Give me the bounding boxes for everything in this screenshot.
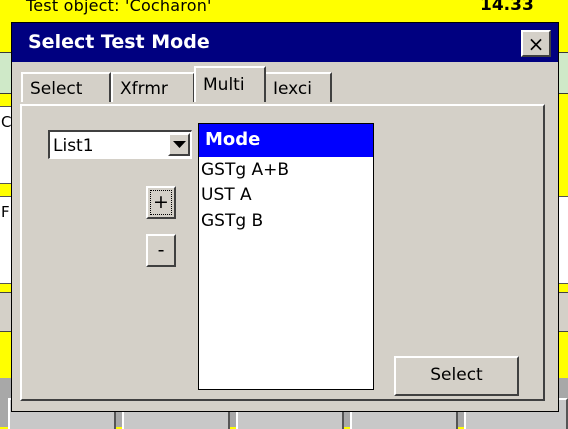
tab-label: Select: [30, 79, 83, 99]
chevron-down-icon: [173, 141, 186, 148]
list-dropdown[interactable]: List1: [48, 130, 192, 159]
mode-list-header: Mode: [199, 124, 373, 157]
dialog-titlebar[interactable]: Select Test Mode ×: [12, 23, 558, 62]
time-display: 14.33: [480, 0, 534, 15]
remove-mode-button[interactable]: -: [146, 234, 176, 267]
tab-label: Multi: [203, 75, 245, 95]
select-test-mode-dialog: Select Test Mode × Select Xfrmr Multi Ie…: [11, 22, 559, 412]
tab-select[interactable]: Select: [21, 72, 111, 102]
background-letter: C: [1, 113, 12, 131]
dropdown-button[interactable]: [168, 133, 190, 156]
dialog-client-area: Select Xfrmr Multi Iexci List1 + - Mode …: [12, 62, 558, 411]
list-item[interactable]: GSTg A+B: [201, 160, 289, 180]
dialog-title: Select Test Mode: [28, 31, 210, 53]
mode-listbox[interactable]: Mode GSTg A+B UST A GSTg B: [198, 123, 374, 390]
tab-label: Iexci: [273, 79, 313, 99]
focus-rectangle: [150, 190, 172, 215]
add-mode-button[interactable]: +: [146, 186, 176, 219]
multi-tab-panel: List1 + - Mode GSTg A+B UST A GSTg B Sel…: [20, 104, 545, 401]
close-icon: ×: [527, 31, 545, 56]
tab-xfrmr[interactable]: Xfrmr: [111, 72, 195, 102]
tab-iexci[interactable]: Iexci: [264, 72, 332, 102]
dropdown-value: List1: [53, 136, 94, 156]
select-button[interactable]: Select: [394, 356, 519, 396]
list-item[interactable]: GSTg B: [201, 211, 263, 231]
minus-icon: -: [157, 239, 165, 261]
list-item[interactable]: UST A: [201, 185, 252, 205]
tab-label: Xfrmr: [120, 79, 168, 99]
close-button[interactable]: ×: [521, 30, 551, 57]
background-letter: F: [1, 203, 10, 221]
tab-multi[interactable]: Multi: [194, 66, 266, 102]
test-object-label: Test object: 'Cocharon': [26, 0, 212, 15]
